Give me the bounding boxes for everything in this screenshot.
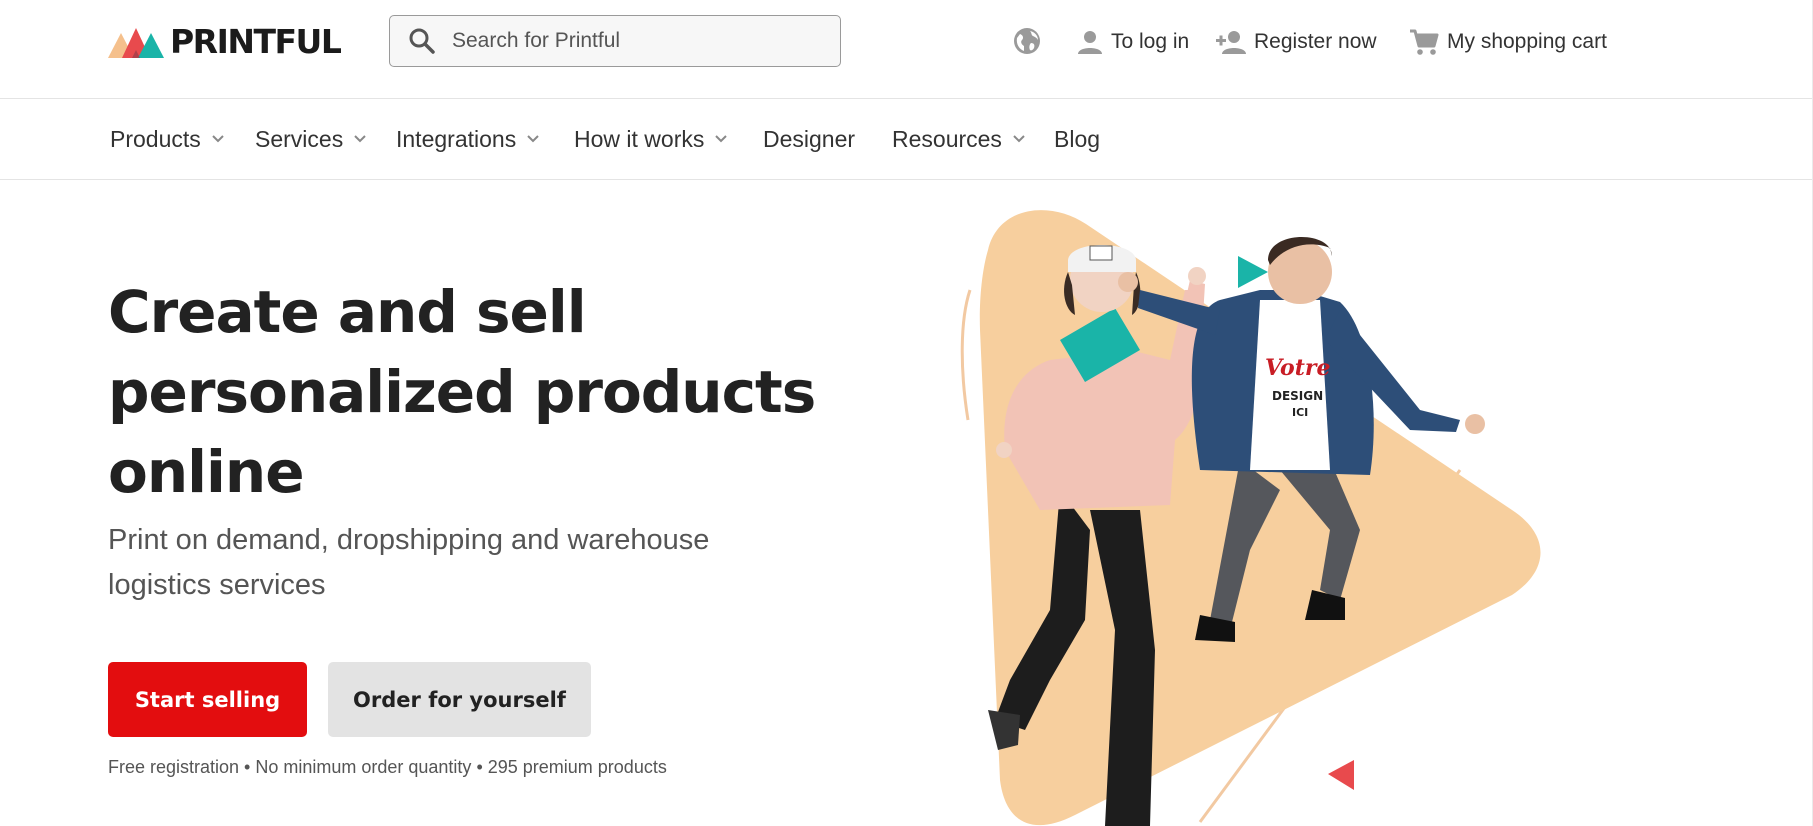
nav-label: Blog bbox=[1054, 125, 1101, 152]
hero-subtitle-line: Print on demand, dropshipping and wareho… bbox=[108, 524, 710, 556]
search-input[interactable] bbox=[450, 28, 834, 54]
register-link[interactable]: Register now bbox=[1216, 24, 1377, 60]
top-bar: PRINTFUL To log in Register now bbox=[0, 0, 1813, 99]
nav-item-products[interactable]: Products bbox=[110, 99, 225, 179]
nav-label: How it works bbox=[574, 125, 705, 152]
tshirt-text: DESIGN bbox=[1272, 389, 1323, 403]
start-selling-button[interactable]: Start selling bbox=[108, 662, 307, 737]
login-link[interactable]: To log in bbox=[1077, 24, 1189, 60]
nav-item-integrations[interactable]: Integrations bbox=[396, 99, 540, 179]
hero-subtitle: Print on demand, dropshipping and wareho… bbox=[108, 518, 828, 608]
person-add-icon bbox=[1216, 31, 1246, 54]
decor-line-left bbox=[960, 289, 972, 421]
red-triangle-icon bbox=[1328, 760, 1354, 790]
hero-title: Create and sell personalized products on… bbox=[108, 272, 828, 512]
search-icon[interactable] bbox=[408, 27, 436, 55]
brand-name: PRINTFUL bbox=[170, 21, 342, 61]
globe-icon[interactable] bbox=[1012, 26, 1042, 56]
chevron-down-icon bbox=[354, 135, 366, 143]
hero-illustration: Votre DESIGN ICI bbox=[960, 210, 1541, 826]
printful-logo[interactable]: PRINTFUL bbox=[108, 21, 342, 61]
logo-mark-icon bbox=[108, 28, 164, 58]
cart-icon bbox=[1410, 29, 1439, 55]
person-icon bbox=[1078, 31, 1102, 54]
chevron-down-icon bbox=[212, 135, 224, 143]
chevron-down-icon bbox=[1013, 135, 1025, 143]
nav-label: Services bbox=[255, 125, 344, 152]
cart-label: My shopping cart bbox=[1447, 30, 1607, 53]
nav-item-resources[interactable]: Resources bbox=[892, 99, 1026, 179]
cart-link[interactable]: My shopping cart bbox=[1409, 24, 1607, 60]
nav-label: Integrations bbox=[396, 125, 517, 152]
login-label: To log in bbox=[1111, 30, 1190, 53]
nav-label: Resources bbox=[892, 125, 1002, 152]
nav-item-designer[interactable]: Designer bbox=[763, 99, 855, 179]
hero-title-line: online bbox=[108, 438, 305, 506]
tshirt-text: Votre bbox=[1265, 355, 1330, 381]
nav-label: Designer bbox=[763, 125, 856, 152]
main-nav: Products Services Integrations How it wo… bbox=[0, 99, 1813, 180]
teal-triangle-icon bbox=[1238, 256, 1268, 288]
hero-subtitle-line: logistics services bbox=[108, 569, 326, 601]
hero-title-line: Create and sell bbox=[108, 278, 587, 346]
nav-item-services[interactable]: Services bbox=[255, 99, 367, 179]
nav-item-blog[interactable]: Blog bbox=[1054, 99, 1100, 179]
chevron-down-icon bbox=[527, 135, 539, 143]
tshirt-text: ICI bbox=[1292, 406, 1308, 419]
register-label: Register now bbox=[1254, 30, 1377, 53]
chevron-down-icon bbox=[715, 135, 728, 143]
nav-item-how-it-works[interactable]: How it works bbox=[574, 99, 728, 179]
hero-title-line: personalized products bbox=[108, 358, 816, 426]
nav-label: Products bbox=[110, 125, 201, 152]
order-for-yourself-button[interactable]: Order for yourself bbox=[328, 662, 591, 737]
search-box[interactable] bbox=[389, 15, 841, 67]
hero-footnote: Free registration • No minimum order qua… bbox=[108, 757, 667, 777]
